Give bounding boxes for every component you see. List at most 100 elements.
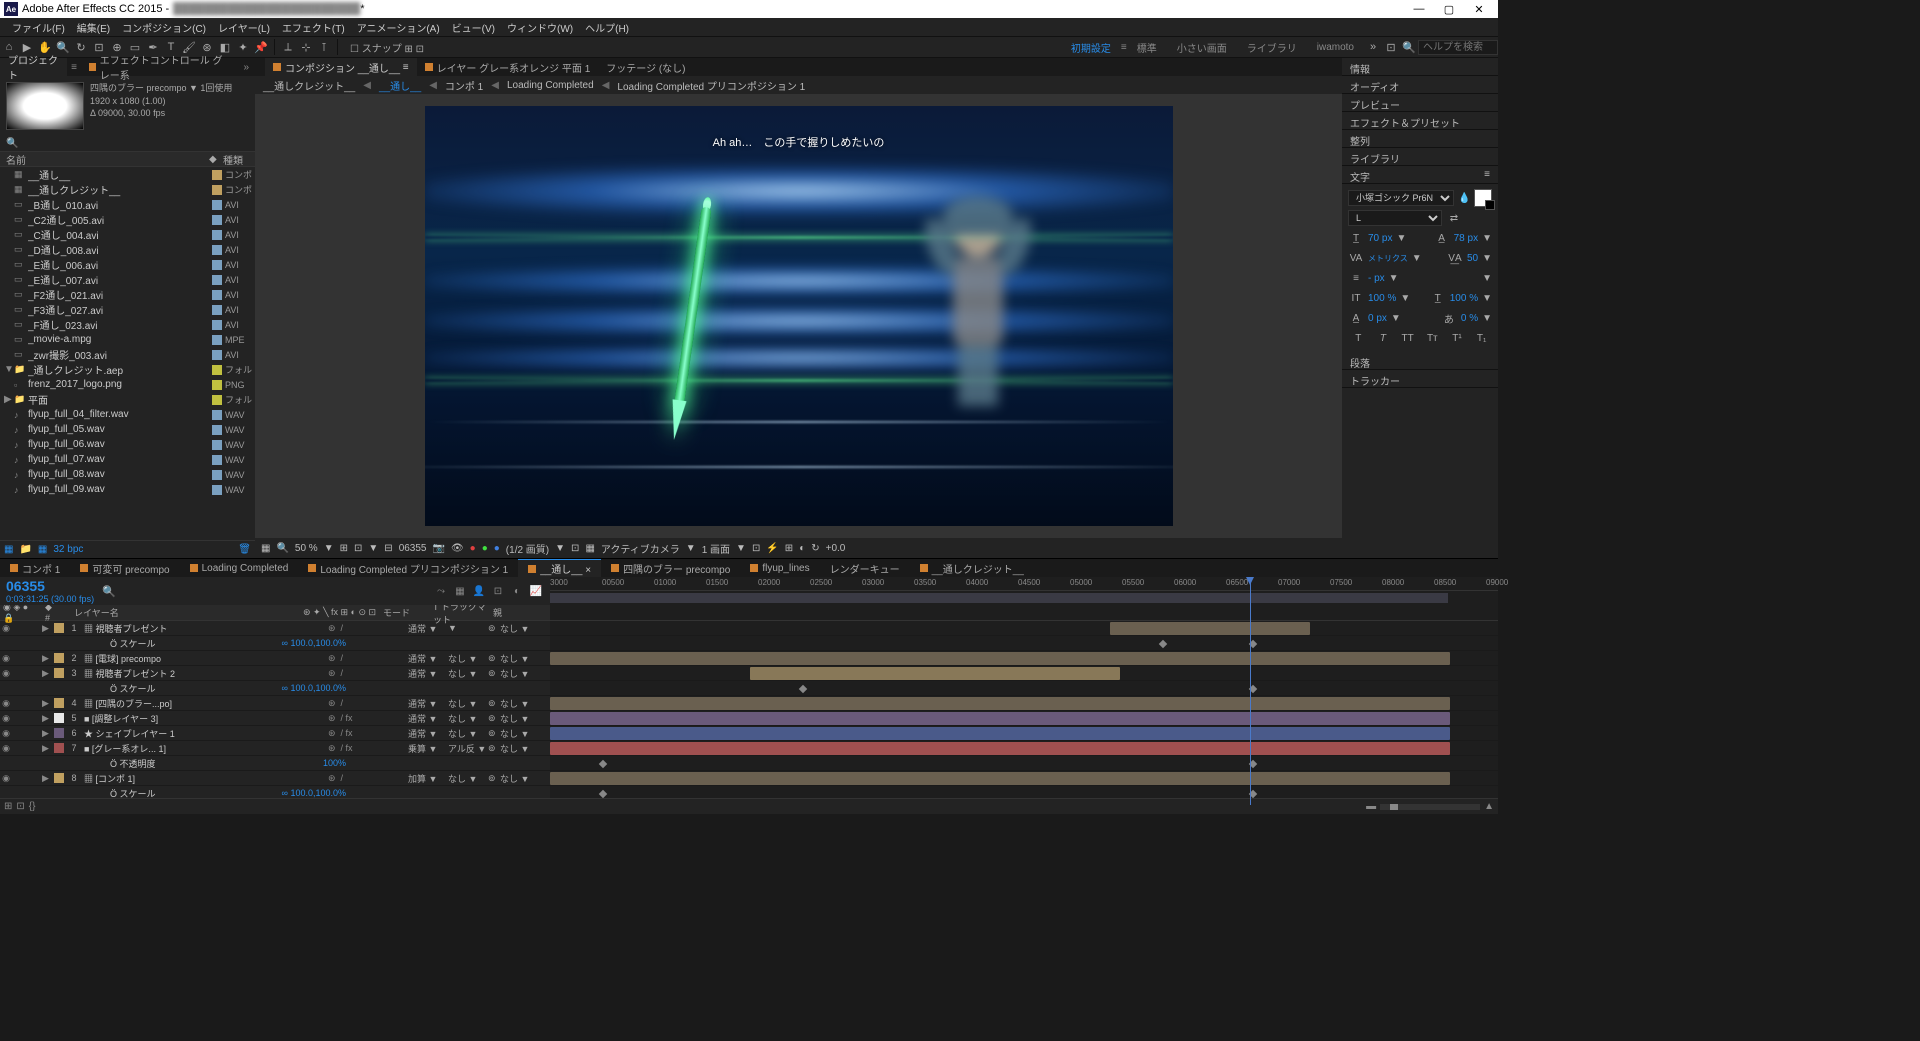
project-item[interactable]: ▭_F通し_023.aviAVI [0,317,255,332]
roi-icon[interactable]: ⊡ [571,543,579,554]
timeline-tab[interactable]: Loading Completed プリコンポジション 1 [298,559,518,577]
transparency-icon[interactable]: ▦ [585,543,594,554]
current-frame[interactable]: 06355 [399,543,427,554]
vertical-scale[interactable]: 100 % [1368,293,1396,304]
project-item[interactable]: ▭_C2通し_005.aviAVI [0,212,255,227]
draft3d-icon[interactable]: ▦ [452,583,468,599]
sync-icon[interactable]: ⊡ [1382,38,1400,56]
kerning-value[interactable]: メトリクス [1368,253,1408,264]
timeline-icon[interactable]: ⊞ [785,543,793,554]
resolution-select[interactable]: (1/2 画質) [506,541,549,556]
new-comp-icon[interactable]: ▦ [38,544,47,555]
paragraph-panel[interactable]: 段落 [1342,352,1498,370]
panel-menu-icon[interactable]: » [237,62,255,73]
italic-icon[interactable]: T [1375,333,1391,344]
reset-exposure-icon[interactable]: ↻ [811,543,819,554]
layer-row[interactable]: ◉▶5■ [調整レイヤー 3]⊛ / fx通常 ▼なし ▼⊚なし ▼ [0,711,550,726]
property-row[interactable]: Ö スケール∞ 100.0,100.0% [0,786,550,798]
stroke-swap-icon[interactable]: ⇄ [1446,213,1462,224]
toggle-modes-icon[interactable]: ⊡ [16,801,24,812]
tsume-value[interactable]: 0 % [1461,313,1478,324]
project-item[interactable]: ▫ frenz_2017_logo.pngPNG [0,377,255,392]
flowchart-icon[interactable]: ◐ [799,543,805,554]
layer-track[interactable] [550,771,1498,786]
workspace-more-icon[interactable]: » [1364,38,1382,56]
layer-row[interactable]: ◉▶2▦ [電球] precompo⊛ / 通常 ▼なし ▼⊚なし ▼ [0,651,550,666]
menu-effect[interactable]: エフェクト(T) [276,20,351,35]
project-list[interactable]: ▦__通し__コンポ▦__通しクレジット__コンポ▭_B通し_010.aviAV… [0,167,255,540]
font-family-select[interactable]: 小塚ゴシック Pr6N [1348,190,1454,206]
timeline-tab[interactable]: __通しクレジット__ [910,559,1034,577]
col-parent[interactable]: 親 [490,606,550,619]
menu-edit[interactable]: 編集(E) [71,20,116,35]
property-row[interactable]: Ö スケール∞ 100.0,100.0% [0,681,550,696]
mask-icon[interactable]: ⊟ [384,543,392,554]
interpret-icon[interactable]: ▦ [4,544,13,555]
timeline-tab[interactable]: Loading Completed [180,559,299,577]
layer-row[interactable]: ◉▶7■ [グレー系オレ... 1]⊛ / fx乗算 ▼アル反 ▼⊚なし ▼ [0,741,550,756]
breadcrumb-item[interactable]: Loading Completed プリコンポジション 1 [617,78,805,93]
allcaps-icon[interactable]: TT [1400,333,1416,344]
workspace-standard[interactable]: 標準 [1127,40,1167,55]
layer-row[interactable]: ◉▶6★ シェイプレイヤー 1⊛ / fx通常 ▼なし ▼⊚なし ▼ [0,726,550,741]
leading-value[interactable]: 78 px [1454,233,1478,244]
superscript-icon[interactable]: T¹ [1449,333,1465,344]
timeline-tab[interactable]: 可変可 precompo [70,559,179,577]
project-item[interactable]: ♪flyup_full_05.wavWAV [0,422,255,437]
project-item[interactable]: ▦__通し__コンポ [0,167,255,182]
tracker-panel[interactable]: トラッカー [1342,370,1498,388]
layer-row[interactable]: ◉▶1▦ 視聴者プレゼント⊛ / 通常 ▼ ▼⊚なし ▼ [0,621,550,636]
project-item[interactable]: ♪flyup_full_09.wavWAV [0,482,255,497]
menu-layer[interactable]: レイヤー(L) [212,20,276,35]
project-item[interactable]: ▭_zwr撮影_003.aviAVI [0,347,255,362]
axis-local-icon[interactable]: ⟂ [279,38,297,56]
help-search-input[interactable] [1418,40,1498,55]
project-item[interactable]: ▭_movie-a.mpgMPE [0,332,255,347]
property-row[interactable]: Ö 不透明度100% [0,756,550,771]
project-item[interactable]: ♪flyup_full_08.wavWAV [0,467,255,482]
composition-viewer[interactable]: Ah ah… この手で握りしめたいの [255,94,1342,538]
project-tab[interactable]: プロジェクト [0,58,67,76]
workspace-custom[interactable]: iwamoto [1307,42,1364,53]
close-button[interactable]: ✕ [1464,0,1494,18]
snapshot-icon[interactable]: 📷 [433,543,445,554]
layer-row[interactable]: ◉▶3▦ 視聴者プレゼント 2⊛ / 通常 ▼なし ▼⊚なし ▼ [0,666,550,681]
col-name[interactable]: 名前 [0,152,203,167]
current-frame-display[interactable]: 06355 [6,578,94,594]
menu-view[interactable]: ビュー(V) [446,20,501,35]
project-item[interactable]: ▭_B通し_010.aviAVI [0,197,255,212]
font-size[interactable]: 70 px [1368,233,1392,244]
magnification-icon[interactable]: 🔍 [276,543,288,554]
grid-icon[interactable]: ⊡ [354,543,362,554]
channel-icon[interactable]: ● [470,543,476,554]
workspace-small[interactable]: 小さい画面 [1167,40,1237,55]
roto-tool-icon[interactable]: ✦ [234,38,252,56]
axis-view-icon[interactable]: ⊺ [315,38,333,56]
cti-line[interactable] [1250,605,1251,798]
delete-icon[interactable]: 🗑 [238,544,251,555]
effects-presets-panel[interactable]: エフェクト＆プリセット [1342,112,1498,130]
zoom-in-timeline[interactable]: ▲ [1484,801,1494,812]
col-layer-name[interactable]: レイヤー名 [60,606,300,619]
project-item[interactable]: ♪flyup_full_04_filter.wavWAV [0,407,255,422]
breadcrumb-item[interactable]: __通しクレジット__ [263,78,355,93]
info-panel[interactable]: 情報 [1342,58,1498,76]
toggle-switches-icon[interactable]: ⊞ [4,801,12,812]
breadcrumb-item[interactable]: コンポ 1 [445,78,483,93]
timeline-search-icon[interactable]: 🔍 [102,585,116,598]
menu-file[interactable]: ファイル(F) [6,20,71,35]
workspace-library[interactable]: ライブラリ [1237,40,1307,55]
maximize-button[interactable]: ▢ [1434,0,1464,18]
project-item[interactable]: ♪flyup_full_07.wavWAV [0,452,255,467]
fill-color-swatch[interactable] [1474,189,1492,207]
preview-panel[interactable]: プレビュー [1342,94,1498,112]
views-select[interactable]: 1 画面 [702,541,730,556]
minimize-button[interactable]: — [1404,0,1434,18]
project-search[interactable]: 🔍 [0,136,255,151]
effect-controls-tab[interactable]: エフェクトコントロール グレー系 [81,58,237,76]
smallcaps-icon[interactable]: Tᴛ [1424,333,1440,344]
motion-blur-icon[interactable]: ◐ [509,583,525,599]
property-row[interactable]: Ö スケール∞ 100.0,100.0% [0,636,550,651]
new-folder-icon[interactable]: 📁 [19,544,31,555]
fast-preview-icon[interactable]: ⚡ [766,543,778,554]
